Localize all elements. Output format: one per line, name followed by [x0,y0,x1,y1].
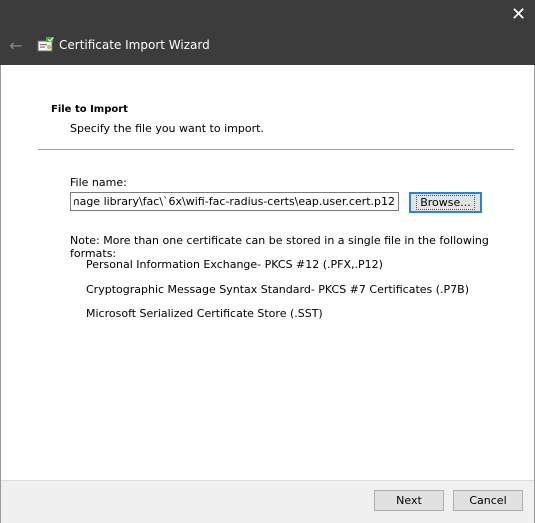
file-name-label: File name: [70,176,127,189]
window-title: Certificate Import Wizard [59,38,210,52]
format-item-p7b: Cryptographic Message Syntax Standard- P… [86,283,470,296]
window-border-left [0,65,1,523]
file-name-input[interactable] [70,192,399,211]
next-button[interactable]: Next [374,490,444,511]
section-title: File to Import [51,104,128,115]
format-item-pfx: Personal Information Exchange- PKCS #12 … [86,258,383,271]
formats-note: Note: More than one certificate can be s… [70,234,489,260]
browse-button-label: Browse... [416,195,475,210]
header-separator [38,149,514,150]
format-item-sst: Microsoft Serialized Certificate Store (… [86,307,323,320]
cancel-button[interactable]: Cancel [453,490,523,511]
title-bar [0,0,535,65]
back-arrow-icon[interactable]: ← [6,35,26,55]
section-description: Specify the file you want to import. [70,122,264,135]
close-icon[interactable]: ✕ [502,0,535,30]
browse-button[interactable]: Browse... [409,192,482,213]
certificate-wizard-icon [37,37,54,52]
